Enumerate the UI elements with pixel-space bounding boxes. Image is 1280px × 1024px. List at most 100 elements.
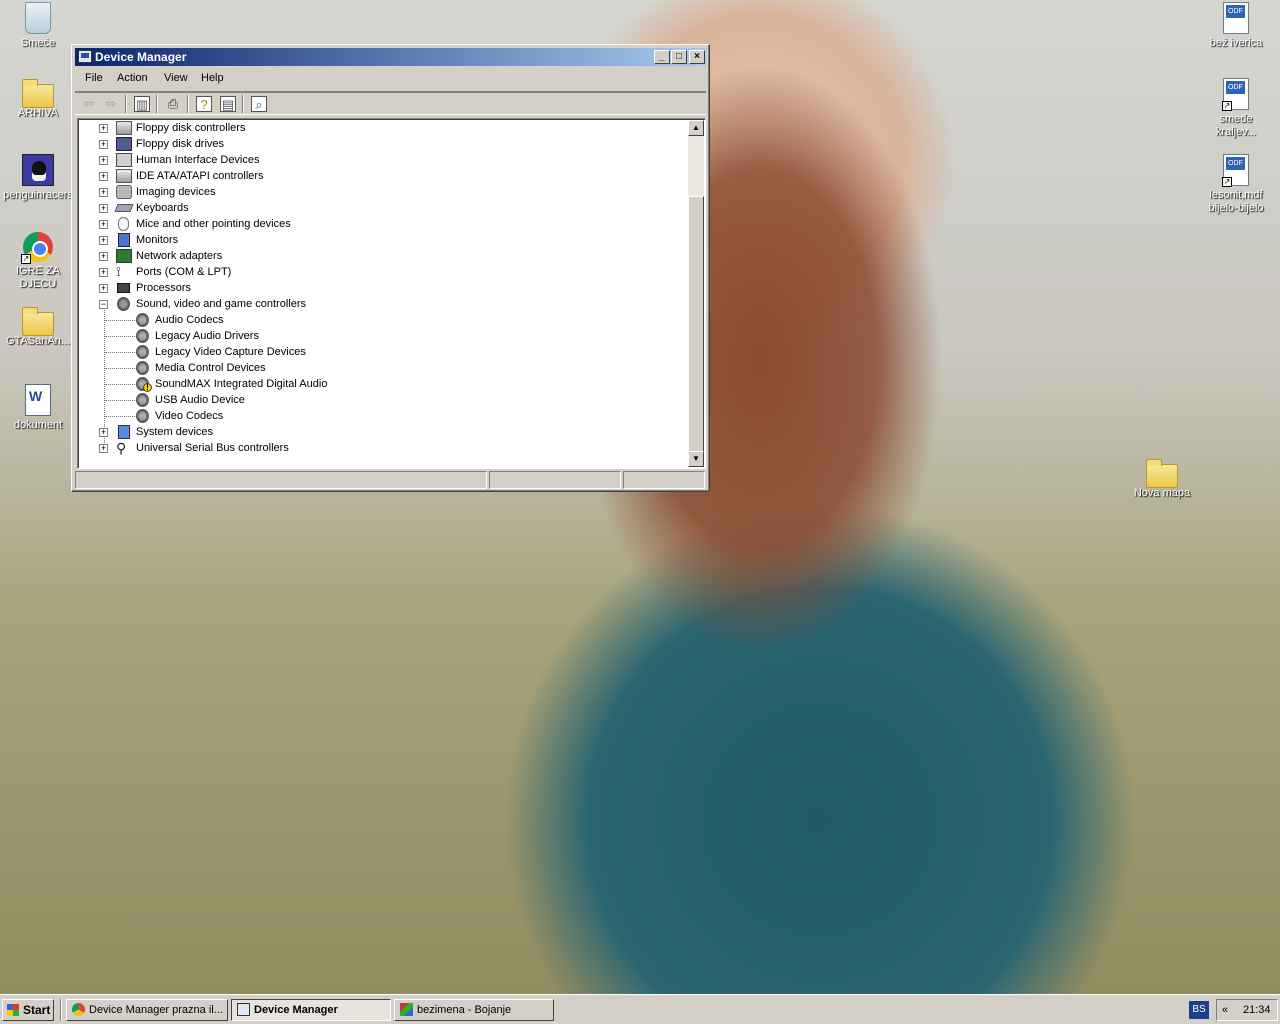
expand-button[interactable]: + (99, 428, 108, 437)
scroll-up-button[interactable]: ▲ (688, 120, 704, 136)
language-indicator[interactable]: BS (1189, 1001, 1209, 1019)
minimize-button[interactable]: _ (654, 50, 670, 64)
expand-button[interactable]: + (99, 236, 108, 245)
task-button-paint[interactable]: bezimena - Bojanje (394, 999, 554, 1021)
expand-button[interactable]: + (99, 444, 108, 453)
floppy-drive-icon (116, 137, 132, 151)
tree-item-usb-controllers[interactable]: + ⚲ Universal Serial Bus controllers (78, 440, 688, 456)
scan-hardware-icon[interactable]: ⌕ (251, 96, 267, 112)
show-hide-console-tree-icon[interactable]: ▥ (134, 96, 150, 112)
desktop-icon-smede-kraljev[interactable]: ODF ↗ smeđe kraljev... (1198, 78, 1274, 139)
tree-item-label: Keyboards (136, 202, 189, 214)
tree-item-video-codecs[interactable]: Video Codecs (78, 408, 688, 424)
back-icon[interactable]: ⇦ (81, 96, 97, 112)
odf-document-icon: ODF (1223, 2, 1249, 34)
title-bar[interactable]: Device Manager _ □ × (75, 48, 706, 66)
clock[interactable]: 21:34 (1243, 1000, 1271, 1020)
scroll-down-button[interactable]: ▼ (688, 451, 704, 467)
collapse-button[interactable]: − (99, 300, 108, 309)
expand-button[interactable]: + (99, 140, 108, 149)
desktop-icon-lesonit[interactable]: ODF ↗ lesonit,mdf bijelo-bijelo (1198, 154, 1274, 215)
tree-item-label: Video Codecs (155, 410, 224, 422)
desktop-icon-bez-iverica[interactable]: ODF bež iverica (1198, 2, 1274, 50)
tree-item-soundmax[interactable]: ! SoundMAX Integrated Digital Audio (78, 376, 688, 392)
desktop-icon-gtasanan[interactable]: GTASanAn... (0, 307, 76, 348)
tray-expand-button[interactable]: « (1222, 1000, 1228, 1020)
properties-icon[interactable]: ? (196, 96, 212, 112)
sound-device-icon (136, 361, 149, 375)
tree-item-ide-ata-atapi-controllers[interactable]: + IDE ATA/ATAPI controllers (78, 168, 688, 184)
menu-action[interactable]: Action (117, 72, 148, 84)
expand-button[interactable]: + (99, 156, 108, 165)
vertical-scrollbar[interactable]: ▲ ▼ (688, 120, 704, 467)
device-manager-icon (78, 50, 92, 63)
taskbar-separator (60, 999, 62, 1021)
system-device-icon (118, 425, 130, 439)
tree-item-human-interface-devices[interactable]: + Human Interface Devices (78, 152, 688, 168)
menu-file[interactable]: File (85, 72, 103, 84)
tree-item-label: Legacy Video Capture Devices (155, 346, 306, 358)
desktop-icon-igre-za-djecu[interactable]: ↗ IGRE ZA DJECU (0, 232, 76, 291)
tree-item-media-control[interactable]: Media Control Devices (78, 360, 688, 376)
scrollbar-thumb[interactable] (688, 196, 704, 453)
expand-button[interactable]: + (99, 124, 108, 133)
tree-item-legacy-audio-drivers[interactable]: Legacy Audio Drivers (78, 328, 688, 344)
odf-tag: ODF (1226, 157, 1245, 170)
tree-item-label: SoundMAX Integrated Digital Audio (155, 378, 328, 390)
desktop-icon-nova-mapa[interactable]: Nova mapa (1124, 459, 1200, 500)
expand-button[interactable]: + (99, 252, 108, 261)
start-button[interactable]: Start (2, 999, 54, 1021)
task-label: Device Manager prazna il... (89, 1004, 223, 1016)
desktop-icon-recycle-bin[interactable]: Smeće (0, 2, 76, 50)
device-tree[interactable]: + Floppy disk controllers + Floppy disk … (77, 118, 706, 469)
desktop-icon-dokument[interactable]: dokument (0, 384, 76, 432)
desktop-icon-arhiva[interactable]: ARHIVA (0, 79, 76, 120)
tree-item-usb-audio-device[interactable]: USB Audio Device (78, 392, 688, 408)
menu-help[interactable]: Help (201, 72, 224, 84)
tree-item-system-devices[interactable]: + System devices (78, 424, 688, 440)
task-button-device-manager[interactable]: Device Manager (231, 999, 391, 1021)
tree-item-sound-video-game[interactable]: − Sound, video and game controllers (78, 296, 688, 312)
tree-item-ports[interactable]: + ⟟ Ports (COM & LPT) (78, 264, 688, 280)
network-adapter-icon (116, 249, 132, 263)
expand-button[interactable]: + (99, 284, 108, 293)
maximize-button[interactable]: □ (671, 50, 687, 64)
usb-icon: ⚲ (116, 440, 127, 456)
desktop-icon-label: Nova mapa (1133, 487, 1191, 499)
tree-line (105, 416, 135, 417)
desktop-icon-label: Smeće (20, 37, 56, 49)
forward-icon[interactable]: ⇨ (103, 96, 119, 112)
tree-item-floppy-disk-drives[interactable]: + Floppy disk drives (78, 136, 688, 152)
desktop-icon-penguinracers[interactable]: penguinracers (0, 154, 76, 202)
sound-device-icon (136, 329, 149, 343)
print-icon[interactable]: ⎙ (165, 96, 181, 112)
help-icon[interactable]: ▤ (220, 96, 236, 112)
tree-line (105, 384, 135, 385)
tree-item-audio-codecs[interactable]: Audio Codecs (78, 312, 688, 328)
menu-view[interactable]: View (164, 72, 188, 84)
tree-line (105, 368, 135, 369)
tree-item-floppy-disk-controllers[interactable]: + Floppy disk controllers (78, 120, 688, 136)
tree-item-label: Floppy disk controllers (136, 122, 246, 134)
tree-item-mice[interactable]: + Mice and other pointing devices (78, 216, 688, 232)
tree-item-label: Ports (COM & LPT) (136, 266, 232, 278)
expand-button[interactable]: + (99, 172, 108, 181)
tree-item-imaging-devices[interactable]: + Imaging devices (78, 184, 688, 200)
expand-button[interactable]: + (99, 204, 108, 213)
toolbar-separator (187, 95, 189, 113)
expand-button[interactable]: + (99, 220, 108, 229)
expand-button[interactable]: + (99, 268, 108, 277)
expand-button[interactable]: + (99, 188, 108, 197)
tree-item-keyboards[interactable]: + Keyboards (78, 200, 688, 216)
sound-device-icon (136, 345, 149, 359)
status-panel (623, 471, 705, 489)
tree-item-monitors[interactable]: + Monitors (78, 232, 688, 248)
odf-shortcut-icon: ODF ↗ (1222, 154, 1249, 187)
close-button[interactable]: × (689, 50, 705, 64)
tree-item-processors[interactable]: + Processors (78, 280, 688, 296)
tree-item-network-adapters[interactable]: + Network adapters (78, 248, 688, 264)
tree-item-label: Monitors (136, 234, 179, 246)
task-button-chrome-device-manager[interactable]: Device Manager prazna il... (66, 999, 228, 1021)
status-panel (75, 471, 487, 489)
tree-item-legacy-video-capture[interactable]: Legacy Video Capture Devices (78, 344, 688, 360)
